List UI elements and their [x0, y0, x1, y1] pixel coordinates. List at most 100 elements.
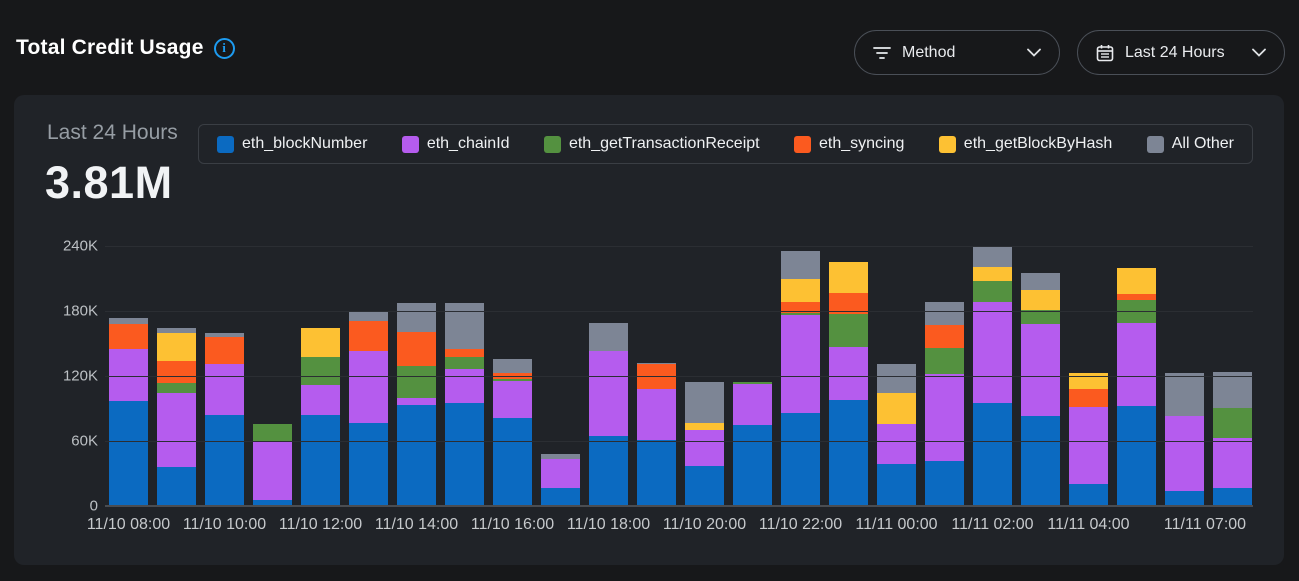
bar-segment[interactable] [1117, 268, 1156, 294]
bar-segment[interactable] [301, 385, 340, 415]
bar-segment[interactable] [733, 425, 772, 506]
bar-segment[interactable] [157, 383, 196, 393]
bar-segment[interactable] [301, 328, 340, 357]
bar-segment[interactable] [1117, 406, 1156, 506]
bar-segment[interactable] [541, 488, 580, 506]
bar-segment[interactable] [973, 281, 1012, 303]
bar-segment[interactable] [925, 302, 964, 325]
bar-segment[interactable] [1165, 491, 1204, 506]
bar-segment[interactable] [1069, 484, 1108, 506]
time-range-dropdown[interactable]: Last 24 Hours [1077, 30, 1285, 75]
bar-segment[interactable] [1213, 408, 1252, 438]
bar-segment[interactable] [925, 325, 964, 348]
method-filter-dropdown[interactable]: Method [854, 30, 1060, 75]
bar-segment[interactable] [349, 312, 388, 321]
bar-segment[interactable] [925, 374, 964, 461]
bar-segment[interactable] [877, 364, 916, 394]
bar-segment[interactable] [205, 337, 244, 365]
bar-segment[interactable] [301, 415, 340, 506]
legend-item[interactable]: eth_blockNumber [217, 135, 367, 153]
bar-segment[interactable] [349, 351, 388, 424]
bar-segment[interactable] [973, 302, 1012, 403]
bar-segment[interactable] [1021, 290, 1060, 310]
legend-item[interactable]: All Other [1147, 135, 1234, 153]
bar-segment[interactable] [1117, 323, 1156, 406]
bar-segment[interactable] [445, 369, 484, 403]
credit-usage-card: Last 24 Hours 3.81M eth_blockNumbereth_c… [14, 95, 1284, 565]
bar-segment[interactable] [973, 267, 1012, 281]
bar-segment[interactable] [109, 349, 148, 401]
legend-item[interactable]: eth_syncing [794, 135, 904, 153]
bar-segment[interactable] [1213, 438, 1252, 488]
bar-segment[interactable] [253, 441, 292, 500]
bar-segment[interactable] [397, 303, 436, 331]
bar-segment[interactable] [925, 461, 964, 507]
bar-segment[interactable] [349, 321, 388, 350]
bar-segment[interactable] [973, 247, 1012, 267]
bar-segment[interactable] [1021, 324, 1060, 416]
bar-segment[interactable] [781, 413, 820, 506]
bar-segment[interactable] [637, 389, 676, 440]
bar-segment[interactable] [973, 403, 1012, 506]
bar-segment[interactable] [1021, 310, 1060, 324]
bar-segment[interactable] [253, 424, 292, 441]
bar-segment[interactable] [301, 357, 340, 385]
bar-segment[interactable] [877, 464, 916, 506]
bar-segment[interactable] [685, 430, 724, 466]
bar-segment[interactable] [589, 323, 628, 351]
bar-segment[interactable] [445, 403, 484, 506]
calendar-icon [1096, 44, 1114, 62]
bar-segment[interactable] [733, 384, 772, 425]
bar-segment[interactable] [1021, 273, 1060, 290]
bar-segment[interactable] [925, 348, 964, 374]
bar-segment[interactable] [781, 279, 820, 303]
bar-segment[interactable] [109, 401, 148, 506]
bar-segment[interactable] [1213, 372, 1252, 408]
bar-segment[interactable] [397, 398, 436, 406]
chevron-down-icon [1252, 48, 1266, 57]
bar-segment[interactable] [1213, 488, 1252, 506]
legend-item[interactable]: eth_getTransactionReceipt [544, 135, 760, 153]
legend-item[interactable]: eth_getBlockByHash [939, 135, 1113, 153]
bar-segment[interactable] [589, 351, 628, 436]
bar-segment[interactable] [1069, 389, 1108, 407]
bar-segment[interactable] [1165, 373, 1204, 416]
info-icon[interactable]: i [214, 38, 235, 59]
bar-segment[interactable] [1165, 416, 1204, 491]
bar-segment[interactable] [157, 393, 196, 467]
bar-segment[interactable] [397, 366, 436, 397]
bar-segment[interactable] [685, 382, 724, 423]
legend-item[interactable]: eth_chainId [402, 135, 510, 153]
y-axis-tick-label: 240K [63, 238, 98, 255]
bar-segment[interactable] [493, 418, 532, 506]
bar-segment[interactable] [205, 415, 244, 506]
bar-segment[interactable] [349, 423, 388, 506]
bar-segment[interactable] [1069, 407, 1108, 484]
x-axis-tick-label: 11/11 00:00 [855, 516, 937, 534]
bar-segment[interactable] [493, 359, 532, 373]
bar-segment[interactable] [109, 324, 148, 349]
bar-segment[interactable] [829, 314, 868, 347]
bar-segment[interactable] [877, 424, 916, 464]
bar-segment[interactable] [205, 364, 244, 415]
bar-segment[interactable] [877, 393, 916, 424]
bar-segment[interactable] [157, 333, 196, 361]
bar-segment[interactable] [781, 315, 820, 413]
bar-segment[interactable] [397, 405, 436, 506]
bar-segment[interactable] [781, 251, 820, 279]
bar-segment[interactable] [493, 381, 532, 418]
bar-segment[interactable] [397, 332, 436, 367]
bar-segment[interactable] [157, 467, 196, 507]
bar-segment[interactable] [685, 466, 724, 506]
bar-segment[interactable] [829, 400, 868, 506]
bar-segment[interactable] [1021, 416, 1060, 507]
bar-segment[interactable] [541, 459, 580, 488]
bar-segment[interactable] [445, 357, 484, 370]
bar-segment[interactable] [445, 349, 484, 357]
bar-segment[interactable] [829, 262, 868, 293]
bar-segment[interactable] [637, 440, 676, 506]
bar-segment[interactable] [589, 436, 628, 506]
bar-segment[interactable] [685, 423, 724, 431]
bar-segment[interactable] [157, 361, 196, 383]
bar-segment[interactable] [829, 347, 868, 400]
